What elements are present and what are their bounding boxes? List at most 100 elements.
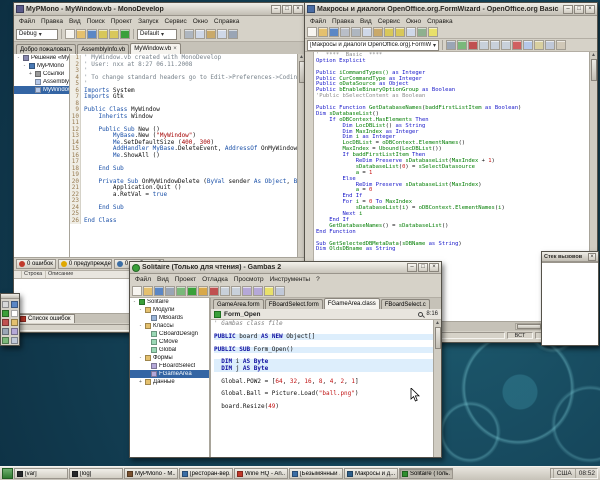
cut-icon[interactable] bbox=[351, 27, 361, 37]
menu-Окно[interactable]: Окно bbox=[190, 18, 211, 25]
paste-icon[interactable] bbox=[373, 27, 383, 37]
maximize-button[interactable]: □ bbox=[282, 5, 292, 14]
properties-icon[interactable] bbox=[275, 286, 285, 296]
save-icon[interactable] bbox=[87, 29, 97, 39]
close-tab-icon[interactable]: × bbox=[173, 46, 177, 52]
tab-MyWindow.vb[interactable]: MyWindow.vb× bbox=[130, 43, 181, 54]
column-header-Строка[interactable]: Строка bbox=[22, 271, 46, 278]
expand-icon[interactable]: + bbox=[138, 379, 143, 385]
redo-icon[interactable] bbox=[395, 27, 405, 37]
tree-item-Модули[interactable]: -Модули bbox=[130, 306, 209, 314]
collapse-icon[interactable]: - bbox=[138, 323, 143, 329]
run-icon[interactable] bbox=[120, 29, 130, 39]
undo-icon[interactable] bbox=[384, 27, 394, 37]
scrollbar-thumb[interactable] bbox=[591, 59, 597, 81]
collapse-icon[interactable]: - bbox=[138, 307, 143, 313]
button-tool-icon[interactable] bbox=[2, 310, 9, 317]
taskbar-item[interactable]: [var] bbox=[14, 468, 68, 479]
stop-icon[interactable] bbox=[468, 40, 478, 50]
watch-icon[interactable] bbox=[523, 40, 533, 50]
gambas-titlebar[interactable]: Solitaire (Только для чтения) - Gambas 2… bbox=[130, 262, 441, 274]
maximize-button[interactable]: □ bbox=[574, 5, 584, 14]
close-button[interactable]: × bbox=[429, 263, 439, 272]
errors-filter-button[interactable]: 0 ошибок bbox=[16, 259, 56, 269]
column-header-icon[interactable] bbox=[14, 271, 22, 278]
forward-icon[interactable] bbox=[231, 286, 241, 296]
step-out-icon[interactable] bbox=[501, 40, 511, 50]
tree-item-MyWindow.vb[interactable]: MyWindow.vb bbox=[14, 86, 69, 94]
menu-Вид[interactable]: Вид bbox=[66, 18, 84, 25]
menu-Файл[interactable]: Файл bbox=[307, 18, 329, 25]
find-icon[interactable] bbox=[406, 27, 416, 37]
menu-Проект[interactable]: Проект bbox=[108, 18, 135, 25]
menu-Справка[interactable]: Справка bbox=[211, 18, 243, 25]
compile-all-icon[interactable] bbox=[253, 286, 263, 296]
grid-tool-icon[interactable] bbox=[11, 337, 18, 344]
configuration-combo[interactable]: Debug bbox=[16, 29, 58, 40]
tab-AssemblyInfo.vb[interactable]: AssemblyInfo.vb bbox=[77, 44, 129, 54]
minimize-button[interactable]: – bbox=[271, 5, 281, 14]
menu-Сервис[interactable]: Сервис bbox=[375, 18, 403, 25]
breakpoint-icon[interactable] bbox=[512, 40, 522, 50]
tree-item-AssemblyInfo.vb[interactable]: AssemblyInfo.vb bbox=[14, 78, 69, 86]
help-browser-icon[interactable] bbox=[264, 286, 274, 296]
paste-icon[interactable] bbox=[206, 29, 216, 39]
macros-icon[interactable] bbox=[545, 40, 555, 50]
stop-icon[interactable] bbox=[209, 286, 219, 296]
tree-item-Ссылки[interactable]: +Ссылки bbox=[14, 70, 69, 78]
tab-GameArea.form[interactable]: GameArea.form bbox=[213, 299, 264, 309]
taskbar-item[interactable]: Wine HQ - An... bbox=[234, 468, 288, 479]
select-tool-icon[interactable] bbox=[2, 301, 9, 308]
refresh-icon[interactable] bbox=[176, 286, 186, 296]
menu-Окно[interactable]: Окно bbox=[403, 18, 424, 25]
open-icon[interactable] bbox=[76, 29, 86, 39]
options-icon[interactable] bbox=[228, 29, 238, 39]
object-catalog-icon[interactable] bbox=[534, 40, 544, 50]
menu-Проект[interactable]: Проект bbox=[172, 276, 199, 283]
combobox-tool-icon[interactable] bbox=[11, 319, 18, 326]
undo-icon[interactable] bbox=[98, 29, 108, 39]
gambas-editor[interactable]: ' Gambas class filePUBLIC board AS NEW O… bbox=[211, 320, 441, 457]
menu-Поиск[interactable]: Поиск bbox=[84, 18, 108, 25]
textbox-tool-icon[interactable] bbox=[11, 310, 18, 317]
collapse-icon[interactable]: - bbox=[16, 55, 21, 61]
tree-item-Формы[interactable]: -Формы bbox=[130, 354, 209, 362]
tab-FBoardSelect.c[interactable]: FBoardSelect.c bbox=[381, 299, 430, 309]
menu-?[interactable]: ? bbox=[313, 276, 323, 283]
warnings-filter-button[interactable]: 0 предупреждений bbox=[58, 259, 112, 269]
label-tool-icon[interactable] bbox=[11, 301, 18, 308]
call-stack-list[interactable] bbox=[542, 262, 598, 345]
close-button[interactable]: × bbox=[588, 253, 596, 261]
call-stack-titlebar[interactable]: Стек вызовов × bbox=[542, 252, 598, 262]
open-icon[interactable] bbox=[318, 27, 328, 37]
taskbar-item[interactable]: Solitaire (Толь... bbox=[399, 468, 453, 479]
close-button[interactable]: × bbox=[293, 5, 303, 14]
find-icon[interactable] bbox=[217, 29, 227, 39]
menu-Файл[interactable]: Файл bbox=[132, 276, 154, 283]
menu-Правка[interactable]: Правка bbox=[38, 18, 66, 25]
copy-icon[interactable] bbox=[362, 27, 372, 37]
menu-Сервис[interactable]: Сервис bbox=[162, 18, 190, 25]
search-icon[interactable] bbox=[418, 312, 423, 317]
print-icon[interactable] bbox=[340, 27, 350, 37]
list-tool-icon[interactable] bbox=[2, 337, 9, 344]
taskbar-item[interactable]: [Безымянный ... bbox=[289, 468, 343, 479]
new-file-icon[interactable] bbox=[65, 29, 75, 39]
run-icon[interactable] bbox=[187, 286, 197, 296]
project-properties-icon[interactable] bbox=[165, 286, 175, 296]
step-into-icon[interactable] bbox=[490, 40, 500, 50]
menu-Инструменты[interactable]: Инструменты bbox=[267, 276, 314, 283]
start-menu-button[interactable] bbox=[2, 468, 13, 479]
oobasic-titlebar[interactable]: Макросы и диалоги OpenOffice.org.FormWiz… bbox=[305, 3, 597, 16]
compile-icon[interactable] bbox=[446, 40, 456, 50]
tab-FGameArea.class[interactable]: FGameArea.class bbox=[324, 298, 380, 309]
library-combo[interactable]: [Макросы и диалоги OpenOffice.org].FormW… bbox=[307, 40, 439, 51]
tree-item-CMove[interactable]: CMove bbox=[130, 338, 209, 346]
taskbar-item[interactable]: Макросы и д... bbox=[344, 468, 398, 479]
clock[interactable]: 08:52 bbox=[579, 470, 595, 477]
checkbox-tool-icon[interactable] bbox=[2, 319, 9, 326]
taskbar-item[interactable]: [log] bbox=[69, 468, 123, 479]
minimize-button[interactable]: – bbox=[563, 5, 573, 14]
tree-item-FGameArea[interactable]: FGameArea bbox=[130, 370, 209, 378]
tree-item-Решение «MyPMono»[interactable]: -Решение «MyPMono» bbox=[14, 54, 69, 62]
